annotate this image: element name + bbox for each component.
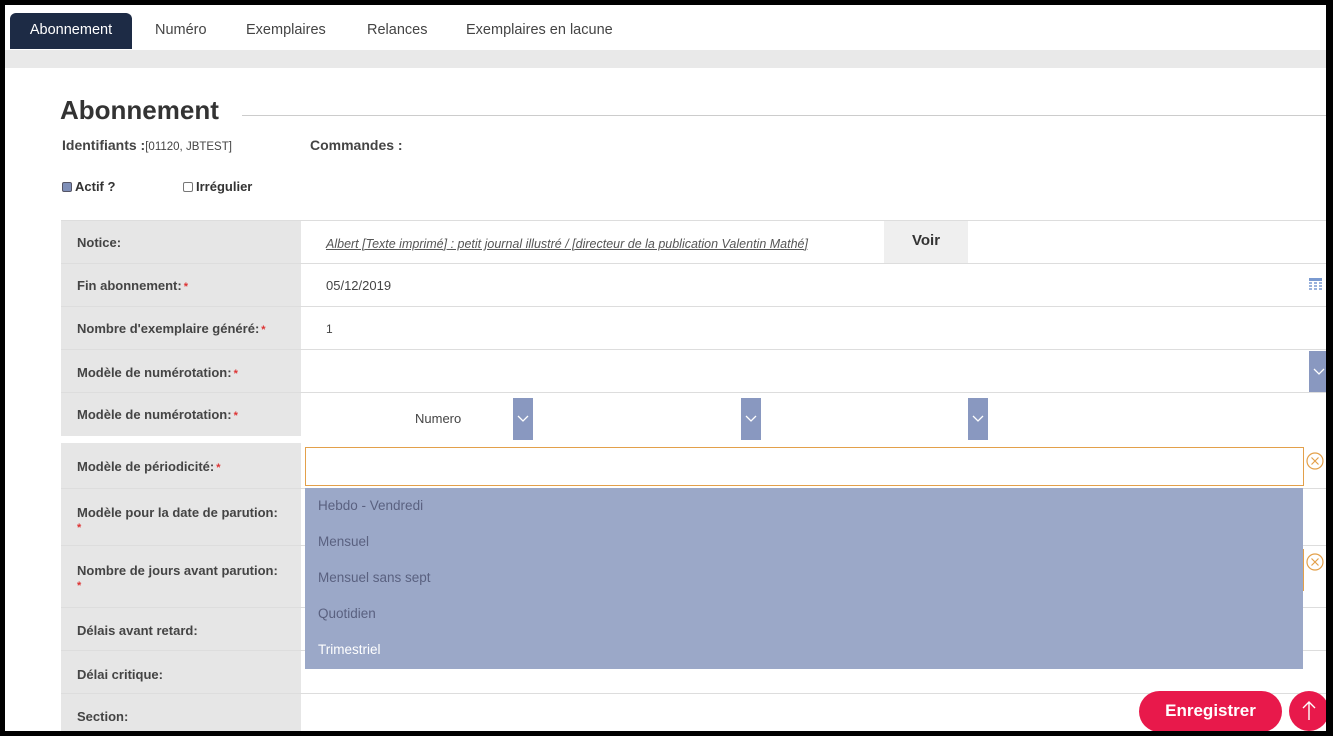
modele-numerotation-1-label: Modèle de numérotation: * [61,350,301,393]
clear-icon[interactable] [1306,452,1324,470]
identifiants: Identifiants :[01120, JBTEST] [62,137,232,155]
tab-exemplaires[interactable]: Exemplaires [246,13,326,49]
scroll-top-button[interactable] [1289,691,1326,731]
dropdown-option[interactable]: Hebdo - Vendredi [305,488,1303,524]
commandes-label: Commandes : [310,137,403,153]
page-title: Abonnement [60,95,219,125]
notice-label: Notice: [61,221,301,264]
row-modele-numerotation-2: Modèle de numérotation: * Numero [61,392,1326,444]
numerotation-2-value[interactable]: Numero [415,411,461,426]
save-button[interactable]: Enregistrer [1139,691,1282,731]
irregulier-label: Irrégulier [196,179,253,194]
tab-exemplaires-en-lacune[interactable]: Exemplaires en lacune [466,13,613,49]
fin-abonnement-label: Fin abonnement: * [61,264,301,307]
title-divider [242,115,1326,116]
actif-label: Actif ? [75,179,116,194]
tab-divider [5,50,1326,68]
arrow-up-icon [1302,701,1316,720]
chevron-down-icon [972,415,984,422]
dropdown-option-highlighted[interactable]: Trimestriel [305,632,1303,668]
irregulier-checkbox[interactable] [183,181,193,192]
identifiants-label: Identifiants : [62,137,146,153]
section-label: Section: [61,694,301,731]
app-screen: Abonnement Numéro Exemplaires Relances E… [5,5,1326,731]
clear-icon[interactable] [1306,553,1324,571]
irregulier-checkbox-wrap[interactable]: Irrégulier [183,179,252,194]
periodicite-input[interactable] [305,447,1304,486]
tab-abonnement[interactable]: Abonnement [10,13,132,49]
nb-exemplaire-field[interactable]: 1 [326,322,333,336]
actif-checkbox-wrap[interactable]: Actif ? [62,179,115,194]
identifiants-value: [01120, JBTEST] [145,141,232,153]
modele-numerotation-2-label: Modèle de numérotation: * [61,393,301,436]
numerotation-2-select-a[interactable] [513,398,533,440]
dropdown-option[interactable]: Mensuel [305,524,1303,560]
tab-relances[interactable]: Relances [367,13,427,49]
numerotation-2-select-c[interactable] [968,398,988,440]
voir-button[interactable]: Voir [884,221,968,264]
tab-numero[interactable]: Numéro [155,13,207,49]
actif-checkbox[interactable] [62,181,72,192]
calendar-icon[interactable] [1309,278,1322,291]
modele-periodicite-label: Modèle de périodicité: * [61,443,301,488]
numerotation-1-select[interactable] [1309,351,1326,393]
dropdown-option[interactable]: Mensuel sans sept [305,560,1303,596]
modele-date-parution-label: Modèle pour la date de parution: * [61,489,301,546]
row-notice: Notice: Albert [Texte imprimé] : petit j… [61,220,1326,264]
dropdown-option[interactable]: Quotidien [305,596,1303,632]
periodicite-dropdown[interactable]: Hebdo - Vendredi Mensuel Mensuel sans se… [305,488,1303,669]
fin-abonnement-field[interactable]: 05/12/2019 [326,278,391,293]
delai-critique-label: Délai critique: [61,651,301,694]
notice-link[interactable]: Albert [Texte imprimé] : petit journal i… [326,237,808,251]
chevron-down-icon [745,415,757,422]
tab-bar: Abonnement Numéro Exemplaires Relances E… [5,5,1326,50]
row-nb-exemplaire: Nombre d'exemplaire généré: * 1 [61,306,1326,350]
row-fin-abonnement: Fin abonnement: * 05/12/2019 [61,263,1326,307]
row-modele-numerotation-1: Modèle de numérotation: * [61,349,1326,393]
chevron-down-icon [517,415,529,422]
nb-jours-avant-label: Nombre de jours avant parution: * [61,546,301,608]
delais-retard-label: Délais avant retard: [61,608,301,651]
nb-exemplaire-label: Nombre d'exemplaire généré: * [61,307,301,350]
numerotation-2-select-b[interactable] [741,398,761,440]
row-section: Section: [61,693,1326,731]
chevron-down-icon [1313,368,1325,375]
